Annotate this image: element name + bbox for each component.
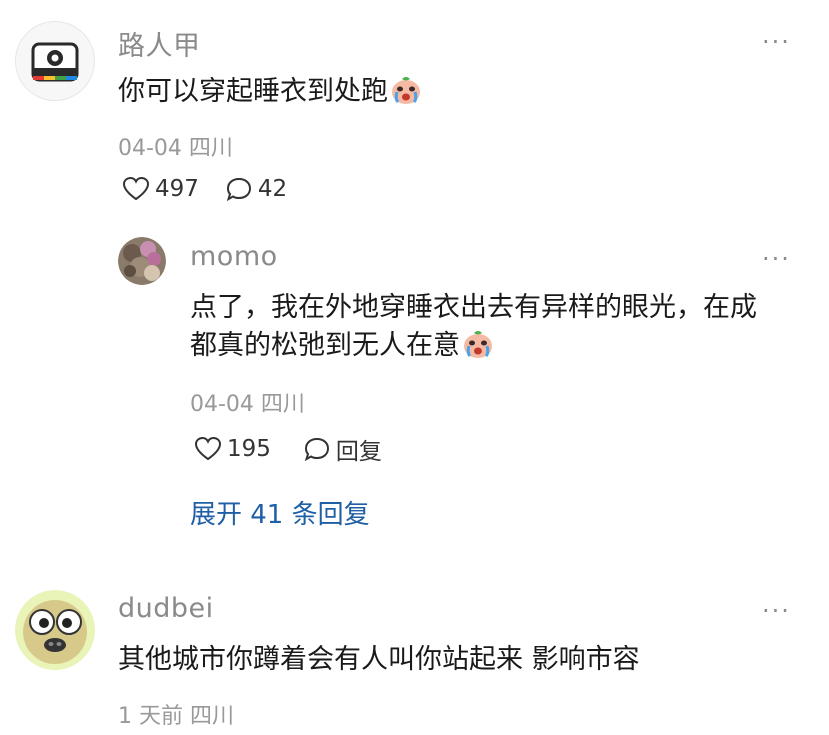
crying-face-icon: [392, 77, 420, 104]
comment-bubble-icon: [226, 177, 251, 202]
comment-actions: 497 42: [122, 176, 287, 202]
reply-count-button[interactable]: 42: [225, 176, 287, 202]
reply-like-count: 195: [227, 436, 271, 462]
reply-text: 点了，我在外地穿睡衣出去有异样的眼光，在成 都真的松弛到无人在意: [190, 289, 757, 365]
avatar[interactable]: [118, 237, 166, 285]
reply-count: 42: [257, 176, 288, 202]
more-options-button[interactable]: ···: [762, 597, 791, 625]
comment-text-content: 你可以穿起睡衣到处跑: [118, 76, 388, 107]
reply-button-label: 回复: [335, 439, 382, 465]
heart-icon: [194, 436, 222, 461]
more-options-button[interactable]: ···: [762, 28, 791, 56]
crying-face-icon: [464, 331, 492, 358]
reply-text-line2-content: 都真的松弛到无人在意: [190, 330, 460, 361]
reply-username[interactable]: momo: [190, 241, 278, 272]
expand-replies-link[interactable]: 展开 41 条回复: [190, 494, 370, 531]
avatar[interactable]: [15, 21, 95, 101]
reply-button[interactable]: 回复: [303, 432, 382, 466]
reply-actions: 195 回复: [194, 432, 382, 466]
username[interactable]: 路人甲: [118, 24, 201, 63]
heart-icon: [122, 176, 150, 201]
flower-photo-avatar-icon: [118, 237, 166, 285]
reply-like-button[interactable]: 195: [194, 436, 271, 462]
camera-avatar-icon: [16, 22, 94, 100]
comment-meta: 1 天前 四川: [118, 704, 234, 729]
username[interactable]: dudbei: [118, 593, 214, 624]
reply-text-line1: 点了，我在外地穿睡衣出去有异样的眼光，在成: [190, 292, 757, 323]
comment-bubble-icon: [304, 437, 329, 462]
comment-text: 其他城市你蹲着会有人叫你站起来 影响市容: [118, 644, 640, 675]
comment-text: 你可以穿起睡衣到处跑: [118, 73, 422, 111]
like-button[interactable]: 497: [122, 176, 199, 202]
avatar[interactable]: [15, 590, 95, 670]
reply-text-line2: 都真的松弛到无人在意: [190, 327, 757, 365]
like-count: 497: [155, 176, 199, 202]
reply-meta: 04-04 四川: [190, 392, 305, 417]
cartoon-face-avatar-icon: [15, 590, 95, 670]
reply-more-options-button[interactable]: ···: [762, 245, 791, 273]
comment-meta: 04-04 四川: [118, 136, 233, 161]
